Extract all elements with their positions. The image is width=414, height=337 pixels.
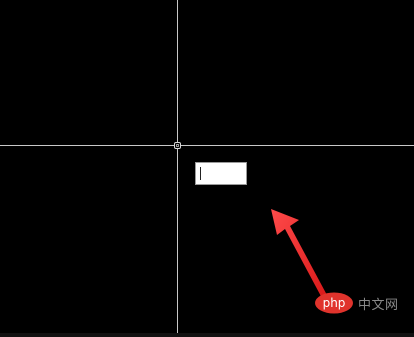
- php-logo-icon: php: [315, 292, 353, 314]
- watermark: php 中文网: [314, 290, 410, 316]
- bottom-edge: [0, 333, 414, 337]
- crosshair-vertical-line: [177, 0, 178, 337]
- svg-text:php: php: [323, 296, 346, 310]
- crosshair-horizontal-line: [0, 145, 414, 146]
- cursor-pickbox-icon: [174, 142, 181, 149]
- text-caret: [200, 167, 201, 180]
- dynamic-input-field[interactable]: [195, 162, 247, 185]
- drawing-canvas[interactable]: php 中文网: [0, 0, 414, 337]
- watermark-text: 中文网: [358, 297, 399, 313]
